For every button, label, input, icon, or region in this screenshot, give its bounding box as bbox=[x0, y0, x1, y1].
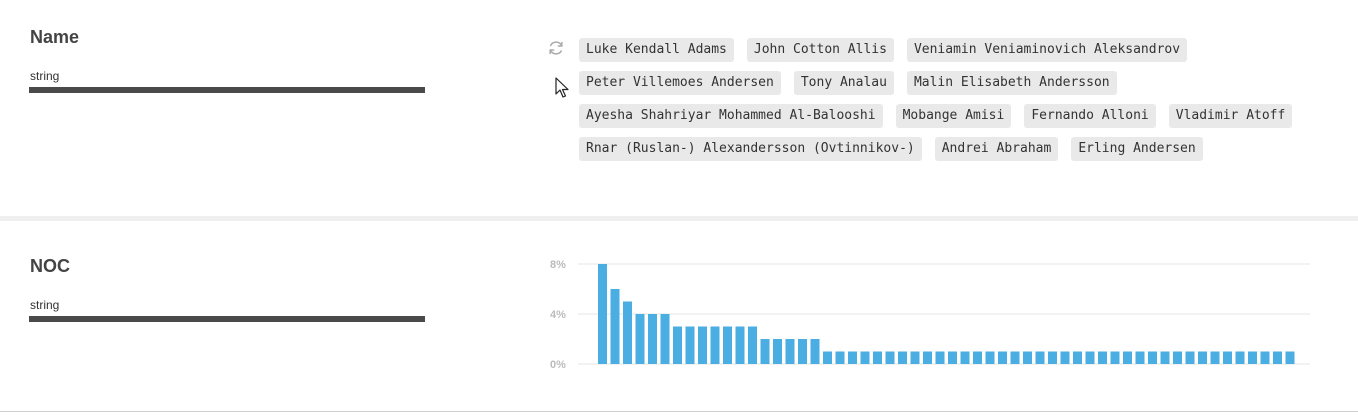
sample-value-tag[interactable]: Peter Villemoes Andersen bbox=[579, 71, 781, 95]
bar[interactable] bbox=[1073, 351, 1082, 365]
bar[interactable] bbox=[1085, 351, 1095, 365]
column-type-noc: string bbox=[30, 298, 60, 312]
sample-value-tag[interactable]: Malin Elisabeth Andersson bbox=[906, 71, 1117, 95]
name-column-section: Name string Luke Kendall Adams John Cott… bbox=[0, 0, 1358, 216]
bar[interactable] bbox=[1185, 351, 1195, 365]
sample-value-tag[interactable]: Vladimir Atoff bbox=[1168, 104, 1293, 128]
sample-value-tag[interactable]: Erling Andersen bbox=[1071, 137, 1203, 161]
bar[interactable] bbox=[1035, 351, 1045, 365]
bar[interactable] bbox=[860, 351, 870, 365]
bar[interactable] bbox=[1010, 351, 1020, 365]
bar[interactable] bbox=[623, 301, 632, 365]
bar[interactable] bbox=[935, 351, 945, 365]
bar[interactable] bbox=[735, 326, 745, 365]
sample-value-tag[interactable]: Tony Analau bbox=[793, 71, 894, 95]
bottom-border bbox=[0, 411, 1358, 412]
bar[interactable] bbox=[973, 351, 982, 365]
bar[interactable] bbox=[635, 314, 645, 364]
bar[interactable] bbox=[1110, 351, 1120, 365]
bar[interactable] bbox=[1248, 351, 1257, 365]
bar[interactable] bbox=[798, 339, 807, 364]
sample-value-tag[interactable]: Veniamin Veniaminovich Aleksandrov bbox=[906, 38, 1188, 62]
column-type-bar bbox=[29, 316, 425, 322]
bar[interactable] bbox=[823, 351, 832, 365]
bar[interactable] bbox=[710, 326, 720, 365]
bar[interactable] bbox=[1023, 351, 1032, 365]
sample-value-tag[interactable]: Ayesha Shahriyar Mohammed Al-Balooshi bbox=[579, 104, 883, 128]
column-type-bar bbox=[29, 87, 425, 93]
bar[interactable] bbox=[1173, 351, 1182, 365]
bar[interactable] bbox=[685, 326, 695, 365]
bar[interactable] bbox=[785, 339, 795, 364]
sample-value-tag[interactable]: Fernando Alloni bbox=[1024, 104, 1156, 128]
bar[interactable] bbox=[660, 314, 670, 364]
bar[interactable] bbox=[698, 326, 707, 365]
bar[interactable] bbox=[748, 326, 757, 365]
column-title-noc: NOC bbox=[30, 256, 70, 276]
bar[interactable] bbox=[673, 326, 682, 365]
sample-row: Peter Villemoes Andersen Tony Analau Mal… bbox=[579, 71, 1339, 95]
bar[interactable] bbox=[723, 326, 732, 365]
bar[interactable] bbox=[835, 351, 845, 365]
bar[interactable] bbox=[1223, 351, 1232, 365]
sample-row: Rnar (Ruslan-) Alexandersson (Ovtinnikov… bbox=[579, 137, 1339, 161]
sample-value-tag[interactable]: Andrei Abraham bbox=[934, 137, 1059, 161]
bar[interactable] bbox=[648, 314, 657, 364]
bar[interactable] bbox=[1098, 351, 1107, 365]
bar[interactable] bbox=[848, 351, 857, 365]
bar[interactable] bbox=[1135, 351, 1145, 365]
bar[interactable] bbox=[910, 351, 920, 365]
bar[interactable] bbox=[598, 264, 607, 364]
bar[interactable] bbox=[1060, 351, 1070, 365]
bar[interactable] bbox=[1198, 351, 1207, 365]
bar[interactable] bbox=[1148, 351, 1157, 365]
bar[interactable] bbox=[885, 351, 895, 365]
mouse-cursor-icon bbox=[555, 77, 569, 98]
sample-values: Luke Kendall Adams John Cotton Allis Ven… bbox=[579, 38, 1339, 170]
bar[interactable] bbox=[773, 339, 782, 364]
y-tick-label: 4% bbox=[550, 309, 566, 321]
refresh-icon[interactable] bbox=[547, 39, 565, 57]
sample-value-tag[interactable]: Rnar (Ruslan-) Alexandersson (Ovtinnikov… bbox=[579, 137, 922, 161]
bar[interactable] bbox=[1210, 351, 1220, 365]
y-tick-label: 0% bbox=[550, 359, 566, 371]
bar[interactable] bbox=[985, 351, 995, 365]
y-tick-label: 8% bbox=[550, 259, 566, 271]
noc-distribution-chart: 8% 4% 0% bbox=[550, 259, 1310, 371]
bar[interactable] bbox=[1048, 351, 1057, 365]
bar[interactable] bbox=[1285, 351, 1295, 365]
bar[interactable] bbox=[1123, 351, 1132, 365]
bar[interactable] bbox=[960, 351, 970, 365]
bar[interactable] bbox=[1260, 351, 1270, 365]
sample-row: Luke Kendall Adams John Cotton Allis Ven… bbox=[579, 38, 1339, 62]
bar[interactable] bbox=[898, 351, 907, 365]
sample-value-tag[interactable]: Luke Kendall Adams bbox=[579, 38, 734, 62]
bar[interactable] bbox=[1235, 351, 1245, 365]
bar[interactable] bbox=[873, 351, 882, 365]
bar[interactable] bbox=[948, 351, 957, 365]
column-title-name: Name bbox=[30, 27, 80, 47]
sample-value-tag[interactable]: Mobange Amisi bbox=[895, 104, 1012, 128]
bar[interactable] bbox=[810, 339, 820, 364]
bar[interactable] bbox=[923, 351, 932, 365]
bar[interactable] bbox=[998, 351, 1007, 365]
sample-row: Ayesha Shahriyar Mohammed Al-Balooshi Mo… bbox=[579, 104, 1339, 128]
column-type-name: string bbox=[30, 69, 60, 83]
bar[interactable] bbox=[1273, 351, 1282, 365]
bar[interactable] bbox=[760, 339, 770, 364]
bar[interactable] bbox=[610, 289, 620, 364]
sample-value-tag[interactable]: John Cotton Allis bbox=[746, 38, 894, 62]
bar[interactable] bbox=[1160, 351, 1170, 365]
